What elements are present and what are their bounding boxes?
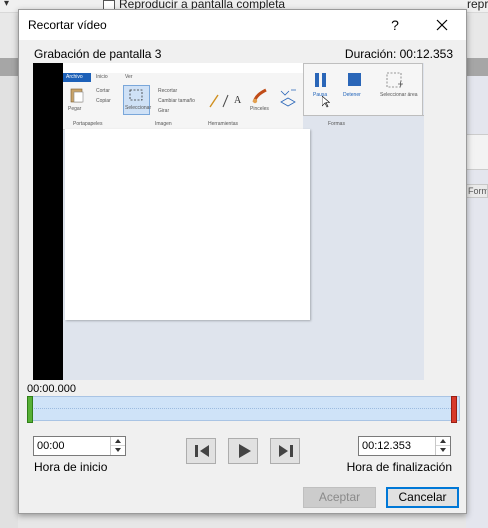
end-time-spinner[interactable] bbox=[358, 436, 451, 456]
preview-button-label: Cortar bbox=[96, 88, 110, 94]
preview-quick-access-bar bbox=[63, 63, 303, 73]
paste-icon bbox=[70, 88, 84, 103]
trim-timeline[interactable] bbox=[27, 396, 460, 421]
close-button[interactable] bbox=[429, 14, 455, 36]
stop-icon bbox=[348, 73, 361, 86]
end-time-input[interactable] bbox=[359, 437, 437, 455]
start-time-down-button[interactable] bbox=[111, 446, 125, 455]
preview-tab-label: Ver bbox=[125, 74, 133, 80]
current-time-label: 00:00.000 bbox=[27, 383, 76, 395]
background-bottom bbox=[18, 514, 466, 528]
popup-divider bbox=[303, 115, 424, 116]
preview-button-label: Recortar bbox=[158, 88, 178, 94]
next-frame-button[interactable] bbox=[270, 438, 300, 464]
preview-button-label: Cambiar tamaño bbox=[158, 98, 195, 104]
previous-frame-icon bbox=[195, 445, 209, 457]
popup-stop-label: Detener bbox=[343, 92, 361, 98]
preview-tab-label: Inicio bbox=[96, 74, 108, 80]
dialog-title: Recortar vídeo bbox=[28, 18, 107, 32]
recording-toolbar-popup: Pausa Detener Seleccionar área bbox=[303, 63, 424, 116]
end-time-up-button[interactable] bbox=[436, 437, 450, 446]
preview-ribbon-tab-file: Archivo bbox=[63, 73, 91, 82]
select-area-icon bbox=[386, 72, 403, 88]
video-name: Grabación de pantalla 3 bbox=[34, 47, 162, 61]
play-icon bbox=[239, 444, 251, 458]
preview-button-label: Copiar bbox=[96, 98, 111, 104]
duration-label: Duración: 00:12.353 bbox=[344, 47, 453, 61]
help-button[interactable]: ? bbox=[384, 16, 406, 34]
end-time-down-button[interactable] bbox=[436, 446, 450, 455]
end-trim-handle[interactable] bbox=[451, 396, 457, 423]
preview-button-label: Pinceles bbox=[250, 106, 269, 112]
preview-group-label: Imagen bbox=[155, 121, 172, 127]
start-time-label: Hora de inicio bbox=[34, 460, 108, 474]
close-icon bbox=[436, 19, 448, 31]
preview-paint-canvas bbox=[65, 129, 310, 320]
tools-icon: A bbox=[209, 94, 242, 108]
start-time-up-button[interactable] bbox=[111, 437, 125, 446]
mouse-cursor-icon bbox=[322, 96, 330, 108]
background-partial-label: repro bbox=[467, 0, 488, 11]
start-time-spinner[interactable] bbox=[33, 436, 126, 456]
brushes-icon bbox=[252, 88, 267, 104]
preview-tab-label: Archivo bbox=[66, 74, 83, 80]
svg-text:A: A bbox=[234, 95, 242, 106]
preview-group-label: Portapapeles bbox=[73, 121, 103, 127]
background-format-tab: Forma bbox=[466, 184, 488, 198]
next-frame-icon bbox=[279, 445, 293, 457]
previous-frame-button[interactable] bbox=[186, 438, 216, 464]
video-preview[interactable]: Archivo Inicio Ver Pegar Cortar Copiar S… bbox=[33, 63, 424, 380]
dialog-titlebar: Recortar vídeo ? bbox=[19, 10, 466, 40]
pause-icon bbox=[315, 73, 326, 87]
accept-button[interactable]: Aceptar bbox=[303, 487, 376, 508]
end-time-label: Hora de finalización bbox=[346, 460, 452, 474]
video-frame-content: Archivo Inicio Ver Pegar Cortar Copiar S… bbox=[63, 63, 424, 380]
preview-select-button: Seleccionar bbox=[123, 85, 152, 115]
start-time-input[interactable] bbox=[34, 437, 112, 455]
background-right-strip bbox=[466, 134, 488, 170]
start-time-arrows bbox=[110, 437, 125, 455]
selection-icon bbox=[129, 89, 143, 101]
end-time-arrows bbox=[435, 437, 450, 455]
background-left-panel bbox=[0, 76, 18, 528]
preview-group-label: Formas bbox=[328, 121, 345, 127]
play-button[interactable] bbox=[228, 438, 258, 464]
preview-button-label: Pegar bbox=[68, 106, 82, 112]
preview-group-label: Herramientas bbox=[208, 121, 239, 127]
popup-select-area-label: Seleccionar área bbox=[380, 92, 418, 98]
preview-button-label: Seleccionar bbox=[125, 105, 152, 111]
preview-ribbon: Archivo Inicio Ver Pegar Cortar Copiar S… bbox=[63, 63, 303, 130]
start-trim-handle[interactable] bbox=[27, 396, 33, 423]
cancel-button[interactable]: Cancelar bbox=[386, 487, 459, 508]
trim-video-dialog: Recortar vídeo ? Grabación de pantalla 3… bbox=[18, 9, 467, 514]
shapes-icon bbox=[280, 89, 296, 107]
dropdown-arrow-icon: ▾ bbox=[4, 0, 10, 9]
preview-button-label: Girar bbox=[158, 108, 170, 114]
